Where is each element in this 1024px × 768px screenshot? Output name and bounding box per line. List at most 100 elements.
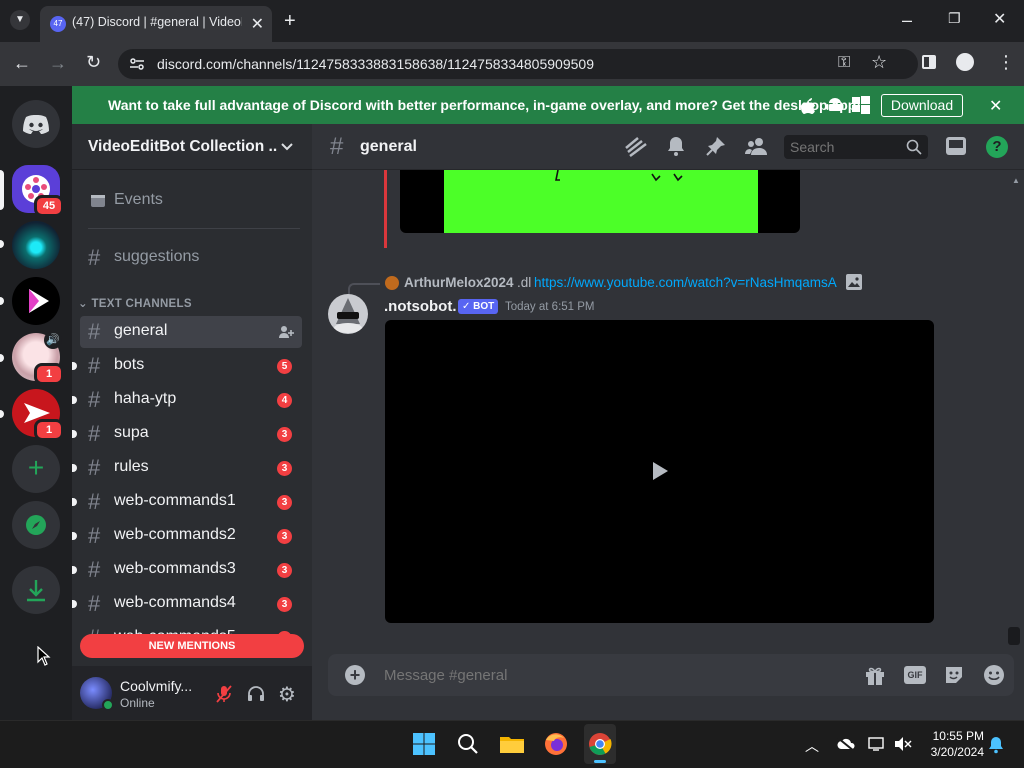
username[interactable]: Coolvmify... (120, 678, 192, 694)
attach-plus-icon[interactable]: + (345, 665, 365, 685)
close-tab-icon[interactable]: ✕ (251, 14, 264, 34)
channel-bots[interactable]: # bots 5 (72, 350, 302, 382)
scroll-up-icon[interactable]: ▲ (1012, 176, 1020, 185)
chrome-menu-icon[interactable]: ⋮ (997, 52, 1015, 73)
channel-general[interactable]: # general (80, 316, 302, 348)
network-icon[interactable] (868, 736, 886, 752)
explore-servers-icon[interactable] (12, 501, 60, 549)
events-item[interactable]: Events (114, 191, 163, 209)
bot-avatar[interactable] (328, 294, 368, 334)
message-author[interactable]: .notsobot. (384, 298, 456, 315)
chrome-icon[interactable] (584, 728, 616, 760)
mute-microphone-icon[interactable] (214, 684, 234, 704)
show-hidden-icons-chevron-icon[interactable]: ︿ (805, 736, 819, 756)
windows-icon (852, 96, 870, 114)
tab-search-chevron-icon[interactable]: ▼ (10, 10, 30, 30)
search-box[interactable] (784, 135, 928, 159)
pinned-messages-icon[interactable] (705, 135, 727, 157)
avatar[interactable] (80, 677, 114, 711)
server-anime[interactable]: 🔊 1 (12, 331, 64, 385)
server-name: VideoEditBot Collection ... (88, 138, 278, 155)
scrollbar-thumb[interactable] (1008, 627, 1020, 645)
close-banner-icon[interactable]: ✕ (989, 96, 1002, 116)
headphones-icon[interactable] (246, 684, 266, 704)
server-videoeditbot[interactable]: 45 (12, 165, 64, 217)
back-icon[interactable]: ← (13, 53, 31, 74)
reload-icon[interactable]: ↻ (86, 52, 101, 73)
new-mentions-button[interactable]: NEW MENTIONS (80, 634, 304, 658)
apple-logo-icon (800, 96, 816, 114)
reply-spine (348, 283, 380, 295)
gear-icon[interactable]: ⚙ (278, 682, 296, 707)
selected-server-pill (0, 170, 4, 210)
channel-label: haha-ytp (114, 390, 177, 407)
onedrive-icon[interactable] (836, 736, 856, 752)
mention-badge: 5 (277, 359, 292, 374)
file-explorer-icon[interactable] (496, 728, 528, 760)
chevron-down-icon[interactable] (280, 140, 294, 154)
taskbar-time[interactable]: 10:55 PM (924, 729, 984, 743)
mention-badge: 4 (277, 393, 292, 408)
category-text-channels[interactable]: ⌄ TEXT CHANNELS (78, 296, 192, 310)
bookmark-star-icon[interactable]: ☆ (871, 52, 887, 73)
new-tab-icon[interactable]: + (284, 10, 296, 33)
site-info-icon[interactable] (128, 55, 146, 73)
emoji-icon[interactable] (983, 664, 1005, 686)
side-panel-icon[interactable] (922, 55, 936, 69)
channel-web-commands4[interactable]: # web-commands4 3 (72, 588, 302, 620)
video-player[interactable] (385, 320, 934, 623)
discord-home-button[interactable] (12, 100, 60, 148)
threads-icon[interactable] (624, 136, 648, 158)
previous-video-embed[interactable] (400, 170, 800, 233)
channel-label: web-commands2 (114, 526, 236, 543)
taskbar-date[interactable]: 3/20/2024 (924, 745, 984, 759)
channel-web-commands1[interactable]: # web-commands1 3 (72, 486, 302, 518)
invite-member-icon[interactable] (278, 324, 294, 340)
minimize-window-icon[interactable]: – (902, 10, 912, 31)
forward-icon[interactable]: → (49, 53, 67, 74)
reply-author[interactable]: ArthurMelox2024 (404, 275, 514, 290)
close-window-icon[interactable]: ✕ (993, 9, 1006, 29)
channel-rules[interactable]: # rules 3 (72, 452, 302, 484)
start-windows-icon[interactable] (408, 728, 440, 760)
channel-supa[interactable]: # supa 3 (72, 418, 302, 450)
profile-avatar-icon[interactable] (956, 53, 974, 71)
download-apps-icon[interactable] (12, 566, 60, 614)
active-app-indicator (594, 760, 606, 763)
inbox-icon[interactable] (944, 135, 968, 157)
notification-center-bell-icon[interactable] (988, 736, 1004, 754)
channel-suggestions[interactable]: # suggestions (80, 242, 302, 274)
channel-haha-ytp[interactable]: # haha-ytp 4 (72, 384, 302, 416)
bot-tag-label: BOT (473, 301, 495, 312)
server-teal[interactable] (12, 221, 60, 269)
volume-muted-icon[interactable] (894, 736, 912, 752)
browser-tab[interactable]: 47 (47) Discord | #general | VideoE ✕ (40, 6, 272, 42)
reply-link[interactable]: https://www.youtube.com/watch?v=rNasHmqa… (534, 275, 837, 290)
firefox-icon[interactable] (540, 728, 572, 760)
channel-label: web-commands3 (114, 560, 236, 577)
server-red[interactable]: 1 (12, 389, 64, 441)
play-icon[interactable] (651, 461, 669, 481)
server-mention-badge: 1 (34, 419, 64, 441)
speaker-icon: 🔊 (44, 331, 62, 349)
channel-web-commands2[interactable]: # web-commands2 3 (72, 520, 302, 552)
channel-label: rules (114, 458, 149, 475)
member-list-icon[interactable] (745, 135, 769, 157)
server-mention-badge: 45 (34, 195, 64, 217)
taskbar-search-icon[interactable] (452, 728, 484, 760)
restore-window-icon[interactable]: ❐ (948, 10, 961, 27)
reply-avatar[interactable] (385, 276, 399, 290)
banner-text: Want to take full advantage of Discord w… (108, 97, 862, 113)
download-app-button[interactable]: Download (881, 94, 963, 117)
add-server-icon[interactable]: + (12, 445, 60, 493)
gif-icon[interactable]: GIF (904, 666, 926, 684)
server-play[interactable] (12, 277, 60, 325)
channel-web-commands3[interactable]: # web-commands3 3 (72, 554, 302, 586)
password-key-icon[interactable]: ⚿ (838, 54, 850, 72)
message-input[interactable] (384, 665, 824, 685)
search-input[interactable] (790, 138, 900, 156)
notification-bell-icon[interactable] (665, 135, 687, 157)
gift-icon[interactable] (864, 664, 886, 686)
sticker-icon[interactable] (943, 664, 965, 686)
help-icon[interactable]: ? (986, 136, 1008, 158)
